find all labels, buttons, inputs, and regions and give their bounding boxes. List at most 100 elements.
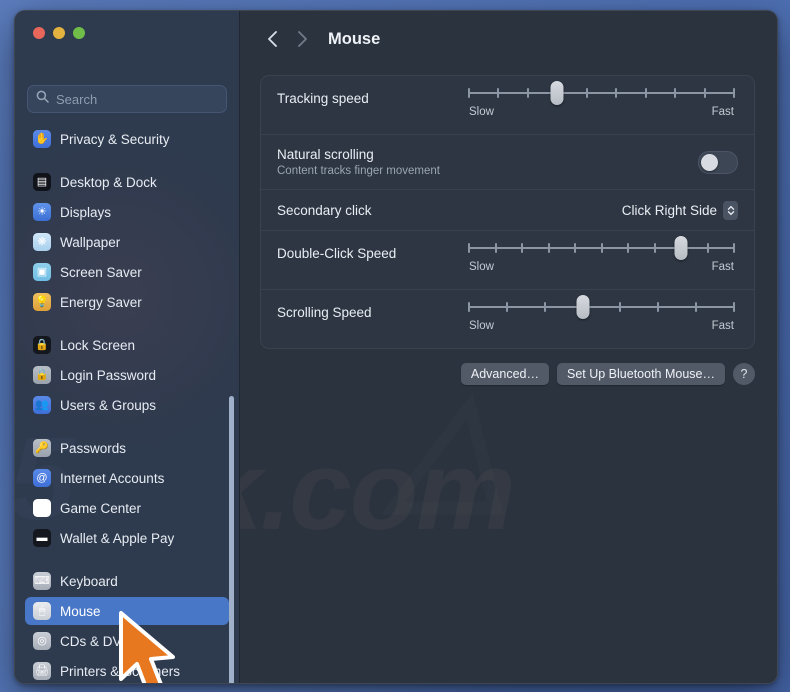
help-button[interactable]: ?	[733, 363, 755, 385]
slider-max-label: Fast	[711, 320, 734, 332]
slider-tick	[733, 243, 735, 253]
scrolling-speed-label: Scrolling Speed	[277, 305, 372, 320]
sidebar-scrollbar[interactable]	[229, 396, 234, 683]
sidebar-item-label: Privacy & Security	[60, 131, 170, 147]
sidebar-nav: ✋ Privacy & Security ▤ Desktop & Dock ☀ Displ…	[15, 125, 239, 683]
search-icon	[36, 90, 49, 108]
slider-line	[469, 92, 734, 94]
slider-max-label: Fast	[711, 106, 734, 118]
slider-tick	[600, 243, 603, 253]
sidebar-item-login-password[interactable]: 🔒 Login Password	[25, 361, 229, 389]
sidebar-group: 🔒 Lock Screen 🔒 Login Password 👥 Users & Grou…	[15, 331, 239, 419]
secondary-click-label: Secondary click	[277, 202, 372, 218]
slider-tick	[733, 88, 735, 98]
slider-thumb[interactable]	[674, 236, 688, 260]
sidebar-item-screen-saver[interactable]: ▣ Screen Saver	[25, 258, 229, 286]
slider-tick	[653, 243, 656, 253]
slider-tick	[526, 88, 529, 98]
sidebar-item-users-groups[interactable]: 👥 Users & Groups	[25, 391, 229, 419]
slider-tick	[468, 88, 470, 98]
sidebar-item-label: Energy Saver	[60, 294, 142, 310]
set-up-bluetooth-mouse-button[interactable]: Set Up Bluetooth Mouse…	[557, 363, 725, 385]
sidebar-item-desktop-dock[interactable]: ▤ Desktop & Dock	[25, 168, 229, 196]
slider-tick	[505, 302, 508, 312]
zoom-button[interactable]	[73, 27, 85, 39]
slider-tick	[733, 302, 735, 312]
search-input[interactable]: Search	[27, 85, 227, 113]
slider-tick	[547, 243, 550, 253]
back-button[interactable]	[258, 25, 286, 53]
sidebar-group: 🔑 Passwords @ Internet Accounts ◕ Game Center…	[15, 434, 239, 552]
tracking-speed-scale: Slow Fast	[469, 106, 734, 118]
page-title: Mouse	[328, 29, 381, 48]
scrolling-speed-scale: Slow Fast	[469, 320, 734, 332]
sidebar-item-displays[interactable]: ☀ Displays	[25, 198, 229, 226]
sidebar-item-label: Screen Saver	[60, 264, 142, 280]
natural-scrolling-toggle[interactable]	[698, 150, 738, 174]
secondary-click-value: Click Right Side	[621, 202, 717, 218]
tracking-speed-row: Tracking speed Slow Fast	[261, 76, 754, 134]
sidebar-item-keyboard[interactable]: ⌨ Keyboard	[25, 567, 229, 595]
slider-tick	[585, 88, 588, 98]
scrolling-speed-slider[interactable]: Slow Fast	[468, 295, 735, 332]
secondary-click-dropdown[interactable]: Click Right Side	[621, 200, 738, 220]
slider-tick	[644, 88, 647, 98]
sidebar-item-label: Wallpaper	[60, 234, 121, 250]
sidebar-item-label: CDs & DVDs	[60, 633, 139, 649]
lightbulb-icon: 💡	[33, 293, 51, 311]
game-center-icon: ◕	[33, 499, 51, 517]
sidebar-item-internet-accounts[interactable]: @ Internet Accounts	[25, 464, 229, 492]
sidebar-group: ▤ Desktop & Dock ☀ Displays ❋ Wallpaper ▣ Scree…	[15, 168, 239, 316]
at-sign-icon: @	[33, 469, 51, 487]
sidebar-item-wallet-apple-pay[interactable]: ▬ Wallet & Apple Pay	[25, 524, 229, 552]
tracking-speed-slider[interactable]: Slow Fast	[468, 81, 735, 118]
slider-tick	[695, 302, 698, 312]
slider-tick	[615, 88, 618, 98]
scrolling-speed-track[interactable]	[468, 295, 735, 319]
minimize-button[interactable]	[53, 27, 65, 39]
secondary-click-row: Secondary click Click Right Side	[261, 189, 754, 230]
double-click-speed-slider[interactable]: Slow Fast	[468, 236, 735, 273]
sidebar-item-privacy-security[interactable]: ✋ Privacy & Security	[25, 125, 229, 153]
sidebar-item-mouse[interactable]: 🖱 Mouse	[25, 597, 229, 625]
slider-min-label: Slow	[469, 320, 494, 332]
slider-min-label: Slow	[469, 106, 494, 118]
double-click-speed-scale: Slow Fast	[469, 261, 734, 273]
sidebar-item-cds-dvds[interactable]: ◎ CDs & DVDs	[25, 627, 229, 655]
system-settings-window: 5 Search ✋Privacy & Security▤Desktop & D…	[14, 10, 778, 684]
wallet-icon: ▬	[33, 529, 51, 547]
sidebar-item-label: Internet Accounts	[60, 470, 165, 486]
key-icon: 🔑	[33, 439, 51, 457]
sidebar-item-game-center[interactable]: ◕ Game Center	[25, 494, 229, 522]
slider-thumb[interactable]	[550, 81, 564, 105]
close-button[interactable]	[33, 27, 45, 39]
advanced-button[interactable]: Advanced…	[460, 363, 549, 385]
sidebar-item-passwords[interactable]: 🔑 Passwords	[25, 434, 229, 462]
padlock-icon: 🔒	[33, 366, 51, 384]
slider-tick	[521, 243, 523, 253]
sidebar-item-printers-scanners[interactable]: 🖨 Printers & Scanners	[25, 657, 229, 683]
search-container: Search	[15, 75, 239, 113]
sidebar-item-lock-screen[interactable]: 🔒 Lock Screen	[25, 331, 229, 359]
hand-icon: ✋	[33, 130, 51, 148]
tracking-speed-track[interactable]	[468, 81, 735, 105]
sidebar-item-label: Login Password	[60, 367, 157, 383]
slider-min-label: Slow	[469, 261, 494, 273]
natural-scrolling-row: Natural scrolling Content tracks finger …	[261, 134, 754, 189]
keyboard-icon: ⌨	[33, 572, 51, 590]
users-icon: 👥	[33, 396, 51, 414]
sidebar-group: ⌨ Keyboard 🖱 Mouse ◎ CDs & DVDs 🖨 Printers & Sc…	[15, 567, 239, 683]
sidebar-item-label: Wallet & Apple Pay	[60, 530, 175, 546]
sidebar-item-energy-saver[interactable]: 💡 Energy Saver	[25, 288, 229, 316]
slider-tick	[627, 243, 629, 253]
action-buttons: Advanced… Set Up Bluetooth Mouse… ?	[260, 363, 755, 385]
window-controls	[15, 11, 239, 75]
forward-button[interactable]	[288, 25, 316, 53]
slider-tick	[494, 243, 497, 253]
sidebar-item-wallpaper[interactable]: ❋ Wallpaper	[25, 228, 229, 256]
slider-thumb[interactable]	[576, 295, 590, 319]
double-click-speed-track[interactable]	[468, 236, 735, 260]
slider-tick	[619, 302, 622, 312]
chevron-left-icon	[267, 31, 277, 47]
slider-tick	[706, 243, 709, 253]
